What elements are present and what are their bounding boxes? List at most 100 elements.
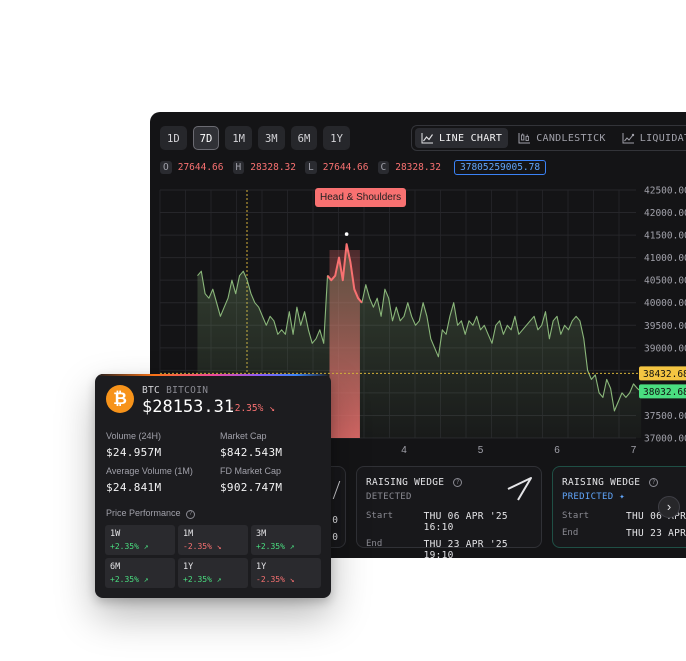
- price-performance-label: Price Performance: [106, 508, 181, 518]
- end-value-fragment: 0: [332, 532, 338, 543]
- end-value: THU 23 APR: [626, 528, 686, 539]
- performance-change: +2.35% ↗: [110, 575, 149, 584]
- stat-label: Volume (24H): [106, 431, 162, 441]
- ohlc-high-key: H: [232, 161, 245, 174]
- sparkle-icon: ✦: [619, 492, 625, 502]
- asset-symbol-row: BTC BITCOIN: [142, 385, 208, 396]
- rising-wedge-glyph-icon: [507, 477, 532, 501]
- liquidation-button[interactable]: LIQUIDATION: [616, 128, 686, 148]
- performance-period: 1M: [183, 529, 194, 539]
- performance-change: +2.35% ↗: [256, 542, 295, 551]
- end-label: End: [366, 539, 383, 549]
- timeframe-1d-button[interactable]: 1D: [160, 126, 187, 150]
- info-icon[interactable]: ?: [453, 478, 463, 487]
- asset-change: -2.35% ↘: [229, 403, 275, 414]
- stat-value: $902.747M: [220, 481, 283, 494]
- asset-change-value: -2.35%: [229, 403, 264, 414]
- pattern-badge[interactable]: Head & Shoulders: [315, 188, 407, 207]
- stat-value: $24.841M: [106, 481, 162, 494]
- stat-value: $842.543M: [220, 446, 283, 459]
- x-tick-label: 6: [554, 445, 560, 456]
- info-icon[interactable]: ?: [649, 478, 659, 487]
- stat-value: $24.957M: [106, 446, 162, 459]
- arrow-down-right-icon: ↘: [269, 403, 275, 414]
- pattern-status: PREDICTED: [562, 492, 614, 502]
- price-performance-grid: 1W +2.35% ↗ 1M -2.35% ↘ 3M +2.35% ↗ 6M +2.35% ↗…: [105, 525, 321, 588]
- performance-period: 1W: [110, 529, 121, 539]
- next-arrow-button[interactable]: ›: [658, 496, 680, 518]
- ohlc-close-value: 28328.32: [395, 162, 441, 173]
- performance-period: 1Y: [256, 562, 267, 572]
- performance-cell[interactable]: 1Y +2.35% ↗: [178, 558, 248, 588]
- timeframe-1y-button[interactable]: 1Y: [323, 126, 350, 150]
- performance-period: 6M: [110, 562, 121, 572]
- chevron-right-icon: ›: [666, 499, 672, 514]
- pattern-title: RAISING WEDGE: [562, 477, 641, 488]
- timeframe-6m-button[interactable]: 6M: [290, 126, 318, 150]
- stat-market-cap: Market Cap $842.543M: [220, 431, 282, 459]
- price-performance-title: Price Performance ?: [106, 508, 196, 519]
- x-tick-label: 4: [401, 445, 407, 456]
- pattern-peak-marker: [344, 232, 349, 236]
- ohlc-close-key: C: [377, 161, 390, 174]
- liquidation-label: LIQUIDATION: [639, 132, 686, 144]
- liquidation-chart-icon: [622, 133, 634, 144]
- performance-change: +2.35% ↗: [183, 575, 222, 584]
- y-tick-label: 40500.00: [644, 276, 686, 287]
- y-tick-label: 41500.00: [644, 231, 686, 242]
- performance-cell[interactable]: 1M -2.35% ↘: [178, 525, 248, 555]
- volume-readout: 37805259005.78: [454, 160, 547, 175]
- stat-fd-market-cap: FD Market Cap $902.747M: [220, 466, 282, 494]
- performance-cell[interactable]: 3M +2.35% ↗: [251, 525, 321, 555]
- ohlc-open-value: 27644.66: [177, 162, 224, 173]
- ohlc-low-key: L: [305, 161, 317, 174]
- y-tick-label: 37500.00: [644, 411, 686, 422]
- candlestick-icon: [518, 133, 531, 144]
- end-value: THU 23 APR '25 19:10: [423, 539, 508, 558]
- timeframe-1m-button[interactable]: 1M: [225, 126, 252, 150]
- bitcoin-logo-icon: ₿: [106, 385, 134, 413]
- performance-cell[interactable]: 1Y -2.35% ↘: [251, 558, 321, 588]
- timeframe-selector: 1D 7D 1M 3M 6M 1Y: [160, 126, 350, 150]
- price-label-text: 38432.68: [643, 369, 686, 380]
- ohlc-open-key: O: [160, 161, 172, 174]
- stat-volume: Volume (24H) $24.957M: [106, 431, 161, 459]
- y-tick-label: 40000.00: [644, 298, 686, 309]
- ohlc-high-value: 28328.32: [250, 162, 296, 173]
- performance-change: -2.35% ↘: [256, 575, 295, 584]
- performance-change: +2.35% ↗: [110, 542, 149, 551]
- performance-period: 1Y: [183, 562, 194, 572]
- asset-name: BITCOIN: [166, 385, 209, 396]
- stat-label: Average Volume (1M): [106, 466, 193, 476]
- price-label-text: 38032.68: [643, 387, 686, 398]
- y-tick-label: 42000.00: [644, 208, 686, 219]
- stat-label: Market Cap: [220, 431, 267, 441]
- line-chart-icon: [421, 133, 433, 144]
- y-tick-label: 39500.00: [644, 321, 686, 332]
- pattern-title: RAISING WEDGE: [366, 477, 445, 488]
- performance-period: 3M: [256, 529, 267, 539]
- stat-label: FD Market Cap: [220, 466, 282, 476]
- y-tick-label: 39000.00: [644, 343, 686, 354]
- performance-change: -2.35% ↘: [183, 542, 222, 551]
- timeframe-3m-button[interactable]: 3M: [257, 126, 285, 150]
- ohlc-low-value: 27644.66: [322, 162, 369, 173]
- end-label: End: [562, 528, 579, 538]
- info-icon[interactable]: ?: [186, 510, 196, 519]
- performance-cell[interactable]: 1W +2.35% ↗: [105, 525, 175, 555]
- timeframe-7d-button[interactable]: 7D: [192, 126, 220, 150]
- candlestick-button[interactable]: CANDLESTICK: [512, 128, 612, 148]
- start-value: THU 06 APR '25 16:10: [423, 511, 508, 533]
- y-tick-label: 41000.00: [644, 253, 686, 264]
- stat-average-volume: Average Volume (1M) $24.841M: [106, 466, 193, 494]
- start-label: Start: [562, 511, 590, 521]
- y-tick-label: 37000.00: [644, 434, 686, 445]
- performance-cell[interactable]: 6M +2.35% ↗: [105, 558, 175, 588]
- asset-price: $28153.31: [142, 397, 235, 417]
- gradient-accent: [95, 374, 331, 376]
- line-chart-label: LINE CHART: [439, 132, 503, 144]
- chart-mode-selector: LINE CHART CANDLESTICK LIQUIDATION: [411, 125, 686, 151]
- line-chart-button[interactable]: LINE CHART: [415, 128, 509, 148]
- pattern-card-detected[interactable]: RAISING WEDGE ? DETECTED Start THU 06 APR…: [356, 466, 542, 558]
- asset-card: ₿ BTC BITCOIN $28153.31 -2.35% ↘ Volume …: [95, 374, 331, 598]
